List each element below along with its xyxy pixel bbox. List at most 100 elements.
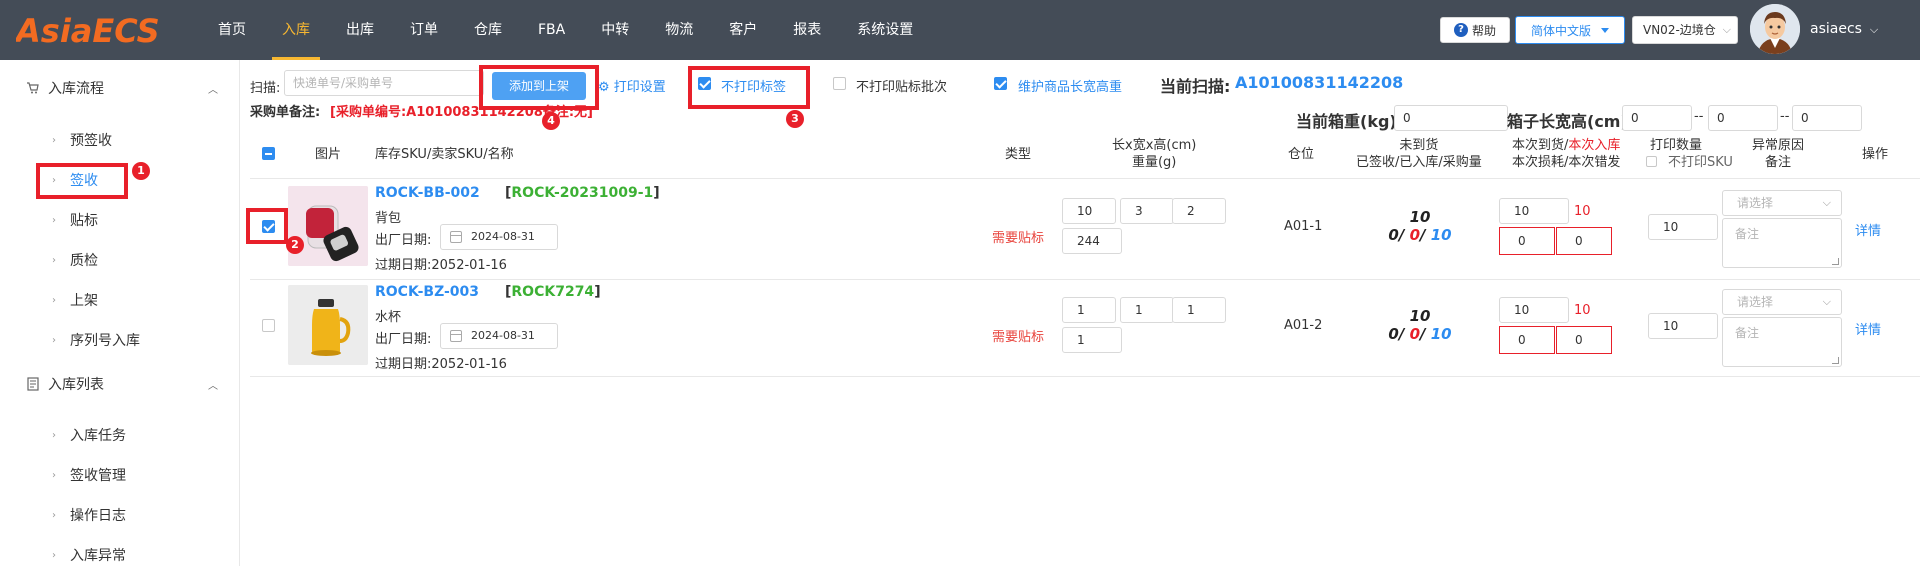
svg-text:AsiaECS: AsiaECS	[16, 12, 160, 50]
chevron-right-icon: ›	[52, 294, 56, 306]
print-qty-input[interactable]: 10	[1648, 313, 1718, 339]
sidebar: 入库流程 ︿ › 预签收 › 签收 › 贴标 › 质检 › 上架 › 序列号入库 入库列表 …	[0, 60, 240, 566]
sidebar-item-operation-log[interactable]: › 操作日志	[52, 502, 126, 528]
sidebar-item-qc[interactable]: › 质检	[52, 247, 98, 273]
signed-count: 0	[1388, 325, 1399, 343]
col-pending-line1: 未到货	[1399, 138, 1439, 153]
chevron-right-icon: ›	[52, 429, 56, 441]
nav-orders[interactable]: 订单	[392, 0, 456, 60]
length-input[interactable]: 1	[1062, 297, 1116, 323]
width-input[interactable]: 3	[1120, 198, 1174, 224]
col-dims-line1: 长x宽x高(cm)	[1112, 138, 1197, 153]
avatar[interactable]	[1750, 4, 1800, 54]
purchased-count: 10	[1430, 325, 1452, 343]
col-pending-line2: 已签收/已入库/采购量	[1356, 155, 1482, 170]
sidebar-item-sign-management[interactable]: › 签收管理	[52, 462, 126, 488]
warehouse-select[interactable]: VN02-边境仓 ⌵	[1632, 16, 1738, 44]
exception-reason-placeholder: 请选择	[1737, 196, 1774, 210]
col-exception-line1: 异常原因	[1752, 138, 1805, 153]
stock-sku-link[interactable]: ROCK-BZ-003	[375, 284, 479, 300]
length-input[interactable]: 10	[1062, 198, 1116, 224]
col-arrival-1a: 本次到货/	[1512, 138, 1569, 153]
nav-reports[interactable]: 报表	[775, 0, 839, 60]
chevron-down-icon: ⌵	[1866, 23, 1879, 36]
remark-placeholder: 备注	[1735, 227, 1760, 241]
help-button[interactable]: ? 帮助	[1440, 17, 1510, 43]
box-width-input[interactable]: 0	[1708, 105, 1778, 131]
sidebar-item-label: 质检	[70, 253, 98, 269]
loss-input[interactable]: 0	[1499, 326, 1555, 354]
weight-input[interactable]: 1	[1062, 327, 1122, 353]
sidebar-item-label: 贴标	[70, 213, 98, 229]
nav-fba[interactable]: FBA	[520, 0, 583, 60]
height-input[interactable]: 2	[1172, 198, 1226, 224]
nav-transit[interactable]: 中转	[583, 0, 647, 60]
maintain-dims-checkbox[interactable]	[994, 77, 1007, 90]
exception-reason-select[interactable]: 请选择 ⌵	[1722, 190, 1842, 216]
exp-date: 过期日期:2052-01-16	[375, 254, 507, 273]
type-badge: 需要贴标	[992, 231, 1045, 246]
scan-input[interactable]: 快递单号/采购单号	[284, 70, 484, 96]
width-input[interactable]: 1	[1120, 297, 1174, 323]
box-height-input[interactable]: 0	[1792, 105, 1862, 131]
detail-link[interactable]: 详情	[1855, 319, 1881, 338]
nav-outbound[interactable]: 出库	[328, 0, 392, 60]
gear-icon: ⚙	[598, 80, 610, 95]
sidebar-item-inbound-tasks[interactable]: › 入库任务	[52, 422, 126, 448]
no-print-batch-checkbox[interactable]	[833, 77, 846, 90]
current-scan-label: 当前扫描:	[1160, 77, 1231, 96]
height-input[interactable]: 1	[1172, 297, 1226, 323]
detail-link[interactable]: 详情	[1855, 220, 1881, 239]
sidebar-item-pre-sign[interactable]: › 预签收	[52, 127, 112, 153]
wrong-shipment-input[interactable]: 0	[1556, 326, 1612, 354]
chevron-up-icon: ︿	[208, 381, 218, 392]
print-qty-input[interactable]: 10	[1648, 214, 1718, 240]
nav-settings[interactable]: 系统设置	[839, 0, 931, 60]
nav-customers[interactable]: 客户	[711, 0, 775, 60]
exp-date-label: 过期日期:	[375, 357, 432, 372]
product-image-backpack	[288, 186, 368, 266]
chevron-right-icon: ›	[52, 509, 56, 521]
nav-logistics[interactable]: 物流	[647, 0, 711, 60]
mfg-date-picker[interactable]: 2024-08-31	[440, 323, 558, 349]
sidebar-item-serial-inbound[interactable]: › 序列号入库	[52, 327, 140, 353]
step-badge: 3	[786, 110, 804, 128]
sidebar-group-inbound-flow[interactable]: 入库流程 ︿	[0, 73, 240, 103]
arrival-input[interactable]: 10	[1499, 297, 1569, 323]
sidebar-item-inbound-exceptions[interactable]: › 入库异常	[52, 542, 126, 568]
row-checkbox[interactable]	[262, 319, 275, 332]
received-counts: 0/ 0/ 10	[1388, 226, 1452, 244]
weight-input[interactable]: 244	[1062, 228, 1122, 254]
language-select[interactable]: 简体中文版	[1515, 16, 1625, 44]
wrong-shipment-input[interactable]: 0	[1556, 227, 1612, 255]
box-length-input[interactable]: 0	[1622, 105, 1692, 131]
col-arrival: 本次到货/本次入库 本次损耗/本次错发	[1512, 137, 1620, 171]
sidebar-group-inbound-list[interactable]: 入库列表 ︿	[0, 369, 240, 399]
no-print-sku-checkbox[interactable]	[1646, 156, 1657, 167]
stock-sku-link[interactable]: ROCK-BB-002	[375, 185, 480, 201]
user-menu[interactable]: asiaecs ⌵	[1810, 21, 1878, 37]
col-exception-line2: 备注	[1765, 155, 1792, 170]
mfg-date-label: 出厂日期:	[375, 332, 432, 347]
box-weight-input[interactable]: 0	[1394, 105, 1508, 131]
mfg-date-value: 2024-08-31	[471, 329, 535, 342]
remark-textarea[interactable]: 备注	[1722, 218, 1842, 268]
top-navbar: AsiaECS 首页 入库 出库 订单 仓库 FBA 中转 物流 客户 报表 系…	[0, 0, 1920, 60]
mfg-date-picker[interactable]: 2024-08-31	[440, 224, 558, 250]
loss-input[interactable]: 0	[1499, 227, 1555, 255]
select-all-checkbox[interactable]	[262, 147, 275, 160]
sidebar-group-label: 入库列表	[48, 377, 104, 393]
asiaecs-logo[interactable]: AsiaECS	[16, 8, 186, 50]
nav-warehouse[interactable]: 仓库	[456, 0, 520, 60]
nav-inbound[interactable]: 入库	[264, 0, 328, 60]
stocked-count: 0	[1409, 226, 1420, 244]
exception-reason-select[interactable]: 请选择 ⌵	[1722, 289, 1842, 315]
warehouse-label: VN02-边境仓	[1643, 23, 1716, 37]
sidebar-item-label-print[interactable]: › 贴标	[52, 207, 98, 233]
col-image: 图片	[315, 147, 342, 162]
sidebar-item-shelve[interactable]: › 上架	[52, 287, 98, 313]
nav-home[interactable]: 首页	[200, 0, 264, 60]
print-settings-link[interactable]: ⚙ 打印设置	[598, 76, 666, 95]
arrival-input[interactable]: 10	[1499, 198, 1569, 224]
remark-textarea[interactable]: 备注	[1722, 317, 1842, 367]
